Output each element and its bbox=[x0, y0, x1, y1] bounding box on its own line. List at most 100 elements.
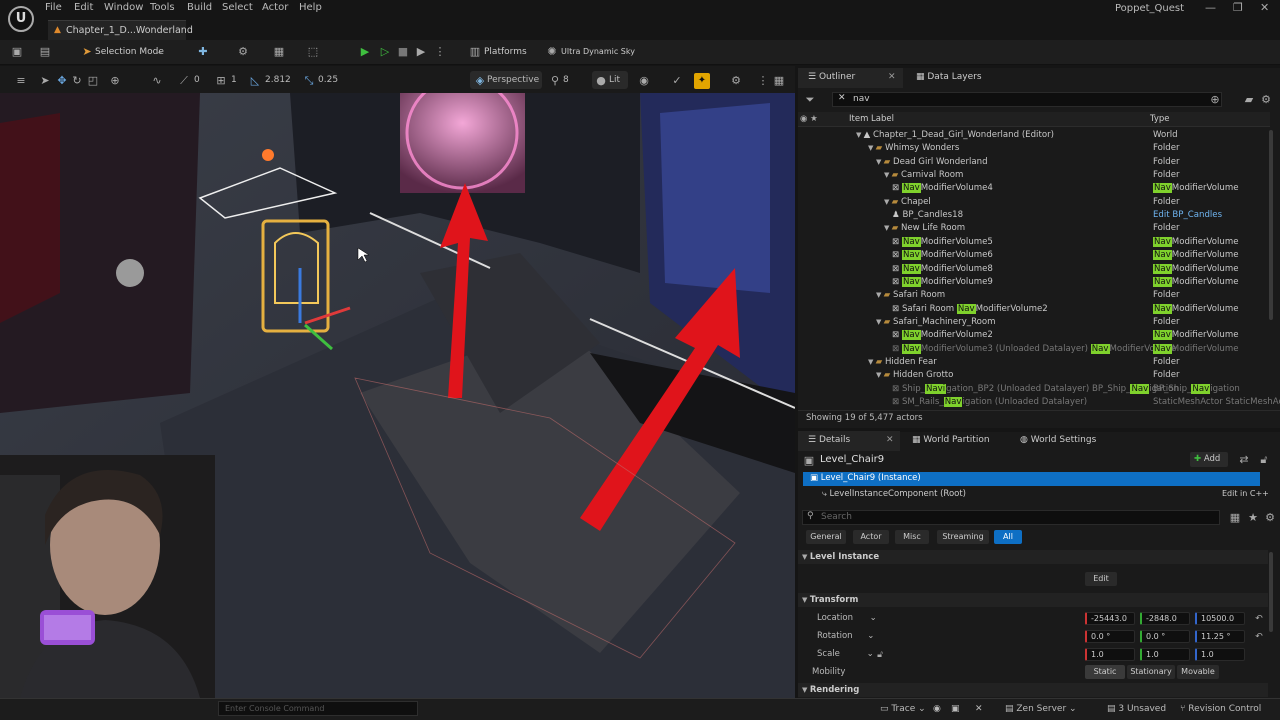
rotate-tool-icon[interactable]: ↻ bbox=[70, 74, 84, 88]
tab-world-settings[interactable]: ◍ World Settings bbox=[1010, 431, 1110, 451]
outliner-folder-row[interactable]: ▼ ▰ Hidden Fear Folder bbox=[800, 357, 1270, 370]
record-icon[interactable]: ◉ bbox=[933, 704, 941, 714]
step-icon[interactable]: ▷ bbox=[378, 45, 392, 59]
menu-window[interactable]: Window bbox=[104, 2, 143, 13]
rotation-y[interactable]: 0.0 ° bbox=[1140, 630, 1190, 643]
filter-all[interactable]: All bbox=[994, 530, 1022, 544]
maximize-icon[interactable]: ❐ bbox=[1233, 1, 1243, 14]
selection-mode-dropdown[interactable]: Selection Mode bbox=[95, 47, 164, 57]
snapshot-icon[interactable]: ▣ bbox=[951, 704, 960, 714]
tab-outliner[interactable]: ☰ Outliner ✕ bbox=[798, 68, 903, 88]
more-icon[interactable]: ⋮ bbox=[756, 74, 770, 88]
outliner-folder-row[interactable]: ▼ ▰ Whimsy Wonders Folder bbox=[800, 143, 1270, 156]
expand-arrow-icon[interactable]: ▼ bbox=[856, 131, 864, 139]
outliner-row[interactable]: ⊠ Ship_Navigation_BP2 (Unloaded Datalaye… bbox=[800, 383, 1270, 397]
add-component-button[interactable]: ✚ Add bbox=[1190, 452, 1228, 467]
outliner-row[interactable]: ▼ ▲ Chapter_1_Dead_Girl_Wonderland (Edit… bbox=[800, 130, 1270, 143]
platforms-icon[interactable]: ▥ bbox=[468, 45, 482, 59]
outliner-row[interactable]: ⊠ NavModifierVolume6 NavModifierVolume bbox=[800, 250, 1270, 263]
tab-world-partition[interactable]: ▦ World Partition bbox=[902, 431, 1010, 451]
expand-arrow-icon[interactable]: ▼ bbox=[876, 318, 884, 326]
revision-control-button[interactable]: ⑂ Revision Control bbox=[1180, 704, 1261, 714]
realtime-icon[interactable]: ✓ bbox=[670, 74, 684, 88]
column-item-label[interactable]: Item Label bbox=[849, 114, 894, 124]
outliner-folder-row[interactable]: ▼ ▰ Dead Girl Wonderland Folder bbox=[800, 157, 1270, 170]
outliner-folder-row[interactable]: ▼ ▰ Safari_Machinery_Room Folder bbox=[800, 317, 1270, 330]
details-scrollbar[interactable] bbox=[1269, 552, 1273, 632]
reset-location-icon[interactable]: ↶ bbox=[1252, 612, 1266, 626]
blueprint-add-icon[interactable]: ⇄ bbox=[1237, 453, 1251, 467]
row-type[interactable]: Edit BP_Candles bbox=[1153, 210, 1222, 220]
lit-dropdown[interactable]: Lit bbox=[609, 75, 620, 85]
scale-y[interactable]: 1.0 bbox=[1140, 648, 1190, 661]
tab-data-layers[interactable]: ▦ Data Layers bbox=[906, 68, 1006, 88]
rotation-snap-icon[interactable]: ⟋ bbox=[177, 74, 191, 88]
content-browser-icon[interactable]: ▤ bbox=[38, 45, 52, 59]
angle-snap-icon[interactable]: ◺ bbox=[248, 74, 262, 88]
hamburger-icon[interactable]: ≡ bbox=[14, 74, 28, 88]
location-z[interactable]: 10500.0 bbox=[1195, 612, 1245, 625]
tab-details[interactable]: ☰ Details ✕ bbox=[798, 431, 900, 451]
scale-x[interactable]: 1.0 bbox=[1085, 648, 1135, 661]
filter-icon[interactable]: ⏷ bbox=[803, 93, 817, 107]
close-outliner-icon[interactable]: ✕ bbox=[888, 72, 896, 82]
filter-streaming[interactable]: Streaming bbox=[937, 530, 989, 544]
expand-arrow-icon[interactable]: ▼ bbox=[884, 198, 892, 206]
outliner-scrollbar[interactable] bbox=[1269, 130, 1273, 320]
grid-snap-value[interactable]: 1 bbox=[231, 75, 237, 85]
outliner-search-input[interactable]: ✕ nav bbox=[832, 92, 1222, 107]
filter-actor[interactable]: Actor bbox=[853, 530, 889, 544]
location-y[interactable]: -2848.0 bbox=[1140, 612, 1190, 625]
outliner-folder-row[interactable]: ▼ ▰ Safari Room Folder bbox=[800, 290, 1270, 303]
selection-mode-icon[interactable]: ➤ bbox=[80, 45, 94, 59]
reset-rotation-icon[interactable]: ↶ bbox=[1252, 630, 1266, 644]
modes-icon[interactable]: ⬚ bbox=[306, 45, 320, 59]
sun-icon[interactable]: ✺ bbox=[545, 45, 559, 59]
menu-help[interactable]: Help bbox=[299, 2, 322, 13]
scale-tool-icon[interactable]: ◰ bbox=[86, 74, 100, 88]
property-matrix-icon[interactable]: ▦ bbox=[1228, 511, 1242, 525]
more-options-icon[interactable]: ⋮ bbox=[433, 45, 447, 59]
clear-trace-icon[interactable]: ✕ bbox=[975, 704, 983, 714]
outliner-row[interactable]: ⊠ NavModifierVolume5 NavModifierVolume bbox=[800, 236, 1270, 250]
actor-name[interactable]: Level_Chair9 bbox=[820, 454, 884, 465]
blueprint-icon[interactable]: ⚙ bbox=[236, 45, 250, 59]
platforms-dropdown[interactable]: Platforms bbox=[484, 47, 527, 57]
level-tab[interactable]: ▲ Chapter_1_D...Wonderland bbox=[48, 20, 193, 40]
world-local-icon[interactable]: ⊕ bbox=[108, 74, 122, 88]
stop-icon[interactable]: ■ bbox=[396, 45, 410, 59]
expand-arrow-icon[interactable]: ▼ bbox=[884, 224, 892, 232]
close-details-icon[interactable]: ✕ bbox=[886, 435, 894, 445]
scale-snap-icon[interactable]: ⤡ bbox=[302, 74, 316, 88]
component-row-root[interactable]: ⤷ LevelInstanceComponent (Root) bbox=[822, 489, 966, 499]
outliner-row[interactable]: ⊠ NavModifierVolume8 NavModifierVolume bbox=[800, 263, 1270, 277]
console-command-input[interactable]: Enter Console Command bbox=[218, 701, 418, 716]
filter-misc[interactable]: Misc bbox=[895, 530, 929, 544]
category-transform[interactable] bbox=[798, 593, 1268, 607]
perspective-dropdown[interactable]: Perspective bbox=[487, 75, 539, 85]
trace-button[interactable]: ▭ Trace ⌄ bbox=[880, 704, 926, 714]
rotation-snap-value[interactable]: 0 bbox=[194, 75, 200, 85]
mobility-movable[interactable]: Movable bbox=[1177, 665, 1219, 679]
rotation-x[interactable]: 0.0 ° bbox=[1085, 630, 1135, 643]
expand-arrow-icon[interactable]: ▼ bbox=[884, 171, 892, 179]
menu-edit[interactable]: Edit bbox=[74, 2, 93, 13]
expand-arrow-icon[interactable]: ▼ bbox=[876, 291, 884, 299]
game-view-icon[interactable]: ✦ bbox=[694, 73, 710, 89]
details-search-input[interactable]: ⚲ Search bbox=[802, 510, 1220, 525]
rotation-z[interactable]: 11.25 ° bbox=[1195, 630, 1245, 643]
lock-scale-icon[interactable]: 🔓︎ bbox=[873, 648, 887, 662]
play-icon[interactable]: ▶ bbox=[358, 45, 372, 59]
outliner-row[interactable]: ⊠ NavModifierVolume9 NavModifierVolume bbox=[800, 276, 1270, 290]
clear-search-icon[interactable]: ✕ bbox=[838, 93, 846, 103]
scale-z[interactable]: 1.0 bbox=[1195, 648, 1245, 661]
column-type[interactable]: Type bbox=[1150, 114, 1170, 124]
visibility-column-icon[interactable]: ◉ ★ bbox=[800, 114, 818, 124]
sky-dropdown[interactable]: Ultra Dynamic Sky bbox=[561, 47, 635, 56]
scale-dropdown[interactable]: Scale ⌄ bbox=[817, 649, 874, 659]
camera-speed-icon[interactable]: ⚲ bbox=[548, 74, 562, 88]
outliner-row[interactable]: ⊠ NavModifierVolume2 NavModifierVolume bbox=[800, 330, 1270, 343]
outliner-settings-icon[interactable]: ⚙ bbox=[1259, 93, 1273, 107]
details-settings-icon[interactable]: ⚙ bbox=[1263, 511, 1277, 525]
lock-icon[interactable]: 🔓︎ bbox=[1257, 453, 1271, 467]
